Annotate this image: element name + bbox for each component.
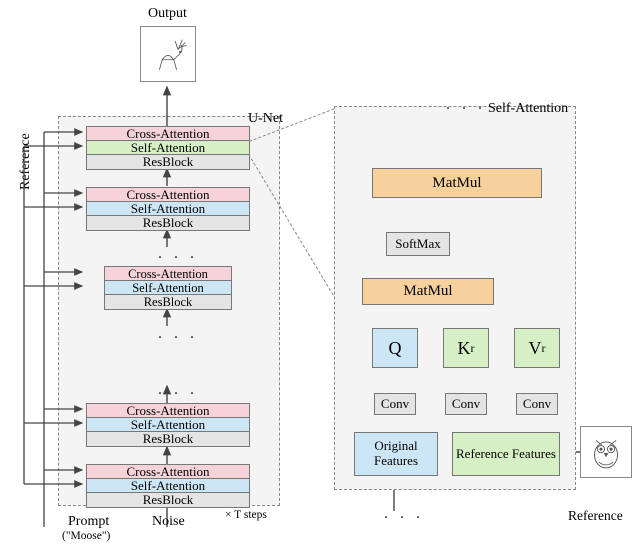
unet-resblock-1: ResBlock <box>86 215 250 231</box>
sa-ellipsis-top: . . . <box>446 96 486 114</box>
unet-label: U-Net <box>248 111 283 127</box>
unet-ellipsis-2: . . . <box>158 325 198 343</box>
sa-matmul-1: MatMul <box>362 278 494 305</box>
sa-q: Q <box>372 328 418 368</box>
moose-icon <box>145 31 191 77</box>
sa-softmax: SoftMax <box>386 232 450 256</box>
sa-reference-features: Reference Features <box>452 432 560 476</box>
unet-resblock-0: ResBlock <box>86 154 250 170</box>
sa-original-features: Original Features <box>354 432 438 476</box>
owl-icon <box>583 429 629 475</box>
prompt-value: ("Moose") <box>62 530 110 542</box>
unet-ellipsis-3: . . . <box>158 381 198 399</box>
reference-label: Reference <box>568 508 623 524</box>
unet-container <box>58 116 280 506</box>
unet-ellipsis-1: . . . <box>158 245 198 263</box>
sa-k: Kr <box>443 328 489 368</box>
sa-matmul-2: MatMul <box>372 168 542 198</box>
unet-resblock-3: ResBlock <box>86 431 250 447</box>
sa-conv-k: Conv <box>445 393 487 415</box>
output-image <box>140 26 196 82</box>
self-attention-title: Self-Attention <box>488 101 568 117</box>
sa-conv-q: Conv <box>374 393 416 415</box>
output-label: Output <box>148 6 187 22</box>
diagram-canvas: Output Reference U-Net <box>0 0 640 548</box>
sa-conv-v: Conv <box>516 393 558 415</box>
sa-v: Vr <box>514 328 560 368</box>
sa-ellipsis-bottom: . . . <box>384 505 424 523</box>
reference-image <box>580 426 632 478</box>
unet-resblock-4: ResBlock <box>86 492 250 508</box>
unet-resblock-2: ResBlock <box>104 294 232 310</box>
prompt-label: Prompt <box>68 514 109 530</box>
reference-side-label: Reference <box>18 133 34 190</box>
t-steps-label: × T steps <box>225 509 267 521</box>
noise-label: Noise <box>152 514 185 530</box>
